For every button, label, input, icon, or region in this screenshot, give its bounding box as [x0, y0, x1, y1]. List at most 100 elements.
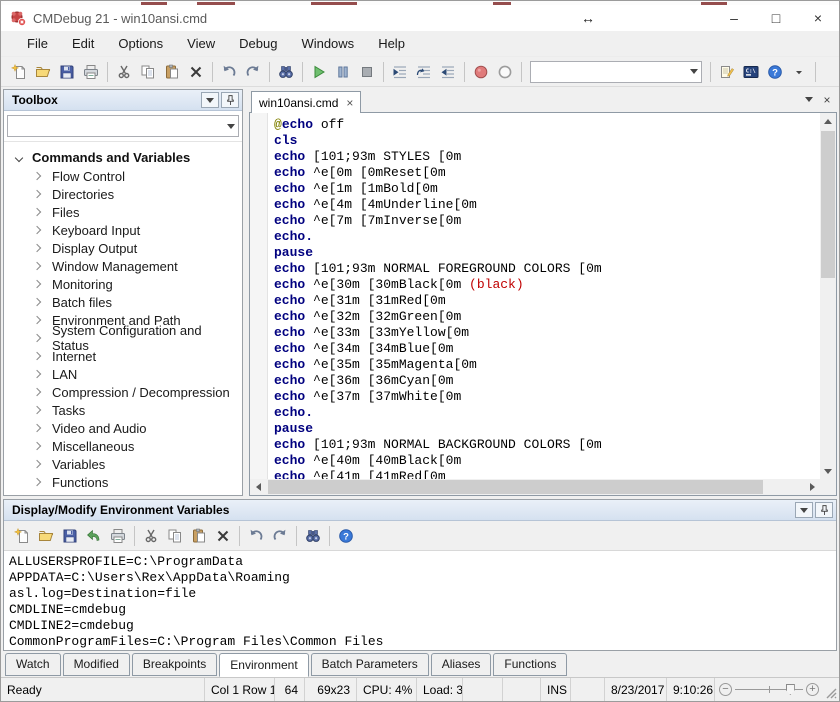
copy-button[interactable]: [163, 524, 187, 548]
zoom-out-icon[interactable]: −: [719, 683, 732, 696]
zoom-slider-handle[interactable]: [786, 684, 795, 695]
cut-button[interactable]: [112, 60, 136, 84]
editor-horizontal-scrollbar[interactable]: [250, 479, 820, 495]
toolbox-pin-button[interactable]: [221, 92, 239, 108]
find-button[interactable]: [301, 524, 325, 548]
scroll-up-icon[interactable]: [820, 113, 836, 129]
minimize-button[interactable]: –: [713, 6, 755, 30]
menu-view[interactable]: View: [175, 32, 227, 55]
zoom-slider[interactable]: − +: [715, 678, 823, 701]
toolbox-item[interactable]: Functions: [4, 473, 242, 491]
menu-edit[interactable]: Edit: [60, 32, 106, 55]
overflow-button[interactable]: [787, 60, 811, 84]
tab-environment[interactable]: Environment: [219, 653, 308, 677]
undo-button[interactable]: [217, 60, 241, 84]
environment-variables-list[interactable]: ALLUSERSPROFILE=C:\ProgramDataAPPDATA=C:…: [4, 551, 836, 650]
environment-pin-button[interactable]: [815, 502, 833, 518]
new-file-button[interactable]: [7, 60, 31, 84]
menu-windows[interactable]: Windows: [289, 32, 366, 55]
step-into-button[interactable]: [388, 60, 412, 84]
edit-note-button[interactable]: [715, 60, 739, 84]
environment-menu-button[interactable]: [795, 502, 813, 518]
scroll-left-icon[interactable]: [250, 479, 266, 495]
toolbox-item[interactable]: Window Management: [4, 257, 242, 275]
environment-variable-row[interactable]: CMDLINE2=cmdebug: [9, 618, 836, 634]
paste-button[interactable]: [160, 60, 184, 84]
editor-tab[interactable]: win10ansi.cmd ×: [251, 91, 361, 113]
find-button[interactable]: [274, 60, 298, 84]
cut-button[interactable]: [139, 524, 163, 548]
horizontal-scroll-thumb[interactable]: [268, 480, 763, 494]
tab-batch-parameters[interactable]: Batch Parameters: [311, 653, 429, 676]
console-button[interactable]: C:\: [739, 60, 763, 84]
environment-variable-row[interactable]: CMDLINE=cmdebug: [9, 602, 836, 618]
tab-close-icon[interactable]: ×: [346, 96, 353, 110]
toolbox-item[interactable]: Keyboard Input: [4, 221, 242, 239]
tab-list-button[interactable]: [801, 92, 817, 108]
toolbox-menu-button[interactable]: [201, 92, 219, 108]
redo-button[interactable]: [268, 524, 292, 548]
paste-button[interactable]: [187, 524, 211, 548]
toolbox-item[interactable]: Compression / Decompression: [4, 383, 242, 401]
tab-aliases[interactable]: Aliases: [431, 653, 492, 676]
zoom-in-icon[interactable]: +: [806, 683, 819, 696]
scroll-right-icon[interactable]: [804, 479, 820, 495]
command-combobox[interactable]: [530, 61, 702, 83]
new-file-button[interactable]: [10, 524, 34, 548]
scroll-down-icon[interactable]: [820, 463, 836, 479]
environment-variable-row[interactable]: CommonProgramFiles=C:\Program Files\Comm…: [9, 634, 836, 650]
maximize-button[interactable]: □: [755, 6, 797, 30]
tabbar-close-button[interactable]: ×: [819, 92, 835, 108]
tab-functions[interactable]: Functions: [493, 653, 567, 676]
undo-button[interactable]: [244, 524, 268, 548]
delete-button[interactable]: [184, 60, 208, 84]
toolbox-item[interactable]: Flow Control: [4, 167, 242, 185]
resize-grip[interactable]: [823, 678, 839, 701]
toolbox-item[interactable]: Batch files: [4, 293, 242, 311]
menu-file[interactable]: File: [15, 32, 60, 55]
chevron-down-icon[interactable]: [686, 62, 701, 82]
revert-button[interactable]: [82, 524, 106, 548]
tab-modified[interactable]: Modified: [63, 653, 130, 676]
save-file-button[interactable]: [55, 60, 79, 84]
toolbox-item[interactable]: Directories: [4, 185, 242, 203]
record-button[interactable]: [469, 60, 493, 84]
help-button[interactable]: ?: [334, 524, 358, 548]
toolbox-item[interactable]: Files: [4, 203, 242, 221]
open-file-button[interactable]: [31, 60, 55, 84]
step-over-button[interactable]: [412, 60, 436, 84]
stop-button[interactable]: [355, 60, 379, 84]
tab-breakpoints[interactable]: Breakpoints: [132, 653, 217, 676]
pause-button[interactable]: [331, 60, 355, 84]
save-file-button[interactable]: [58, 524, 82, 548]
toolbox-item[interactable]: LAN: [4, 365, 242, 383]
toolbox-item[interactable]: Video and Audio: [4, 419, 242, 437]
menu-debug[interactable]: Debug: [227, 32, 289, 55]
step-out-button[interactable]: [436, 60, 460, 84]
help-button[interactable]: ?: [763, 60, 787, 84]
close-button[interactable]: ×: [797, 6, 839, 30]
code-area[interactable]: @echo offclsecho [101;93m STYLES [0mecho…: [268, 113, 820, 479]
editor-vertical-scrollbar[interactable]: [820, 113, 836, 479]
print-button[interactable]: [106, 524, 130, 548]
toolbox-filter-combobox[interactable]: [7, 115, 239, 137]
print-button[interactable]: [79, 60, 103, 84]
menu-help[interactable]: Help: [366, 32, 417, 55]
delete-button[interactable]: [211, 524, 235, 548]
redo-button[interactable]: [241, 60, 265, 84]
toolbox-item[interactable]: Monitoring: [4, 275, 242, 293]
environment-variable-row[interactable]: ALLUSERSPROFILE=C:\ProgramData: [9, 554, 836, 570]
run-button[interactable]: [307, 60, 331, 84]
toolbox-item[interactable]: Variables: [4, 455, 242, 473]
toolbox-item[interactable]: Display Output: [4, 239, 242, 257]
open-file-button[interactable]: [34, 524, 58, 548]
vertical-scroll-thumb[interactable]: [821, 131, 835, 278]
tab-watch[interactable]: Watch: [5, 653, 61, 676]
environment-variable-row[interactable]: asl.log=Destination=file: [9, 586, 836, 602]
menu-options[interactable]: Options: [106, 32, 175, 55]
chevron-down-icon[interactable]: [223, 116, 238, 136]
toolbox-item[interactable]: System Configuration and Status: [4, 329, 242, 347]
copy-button[interactable]: [136, 60, 160, 84]
toolbox-item[interactable]: Tasks: [4, 401, 242, 419]
toolbox-item[interactable]: Miscellaneous: [4, 437, 242, 455]
